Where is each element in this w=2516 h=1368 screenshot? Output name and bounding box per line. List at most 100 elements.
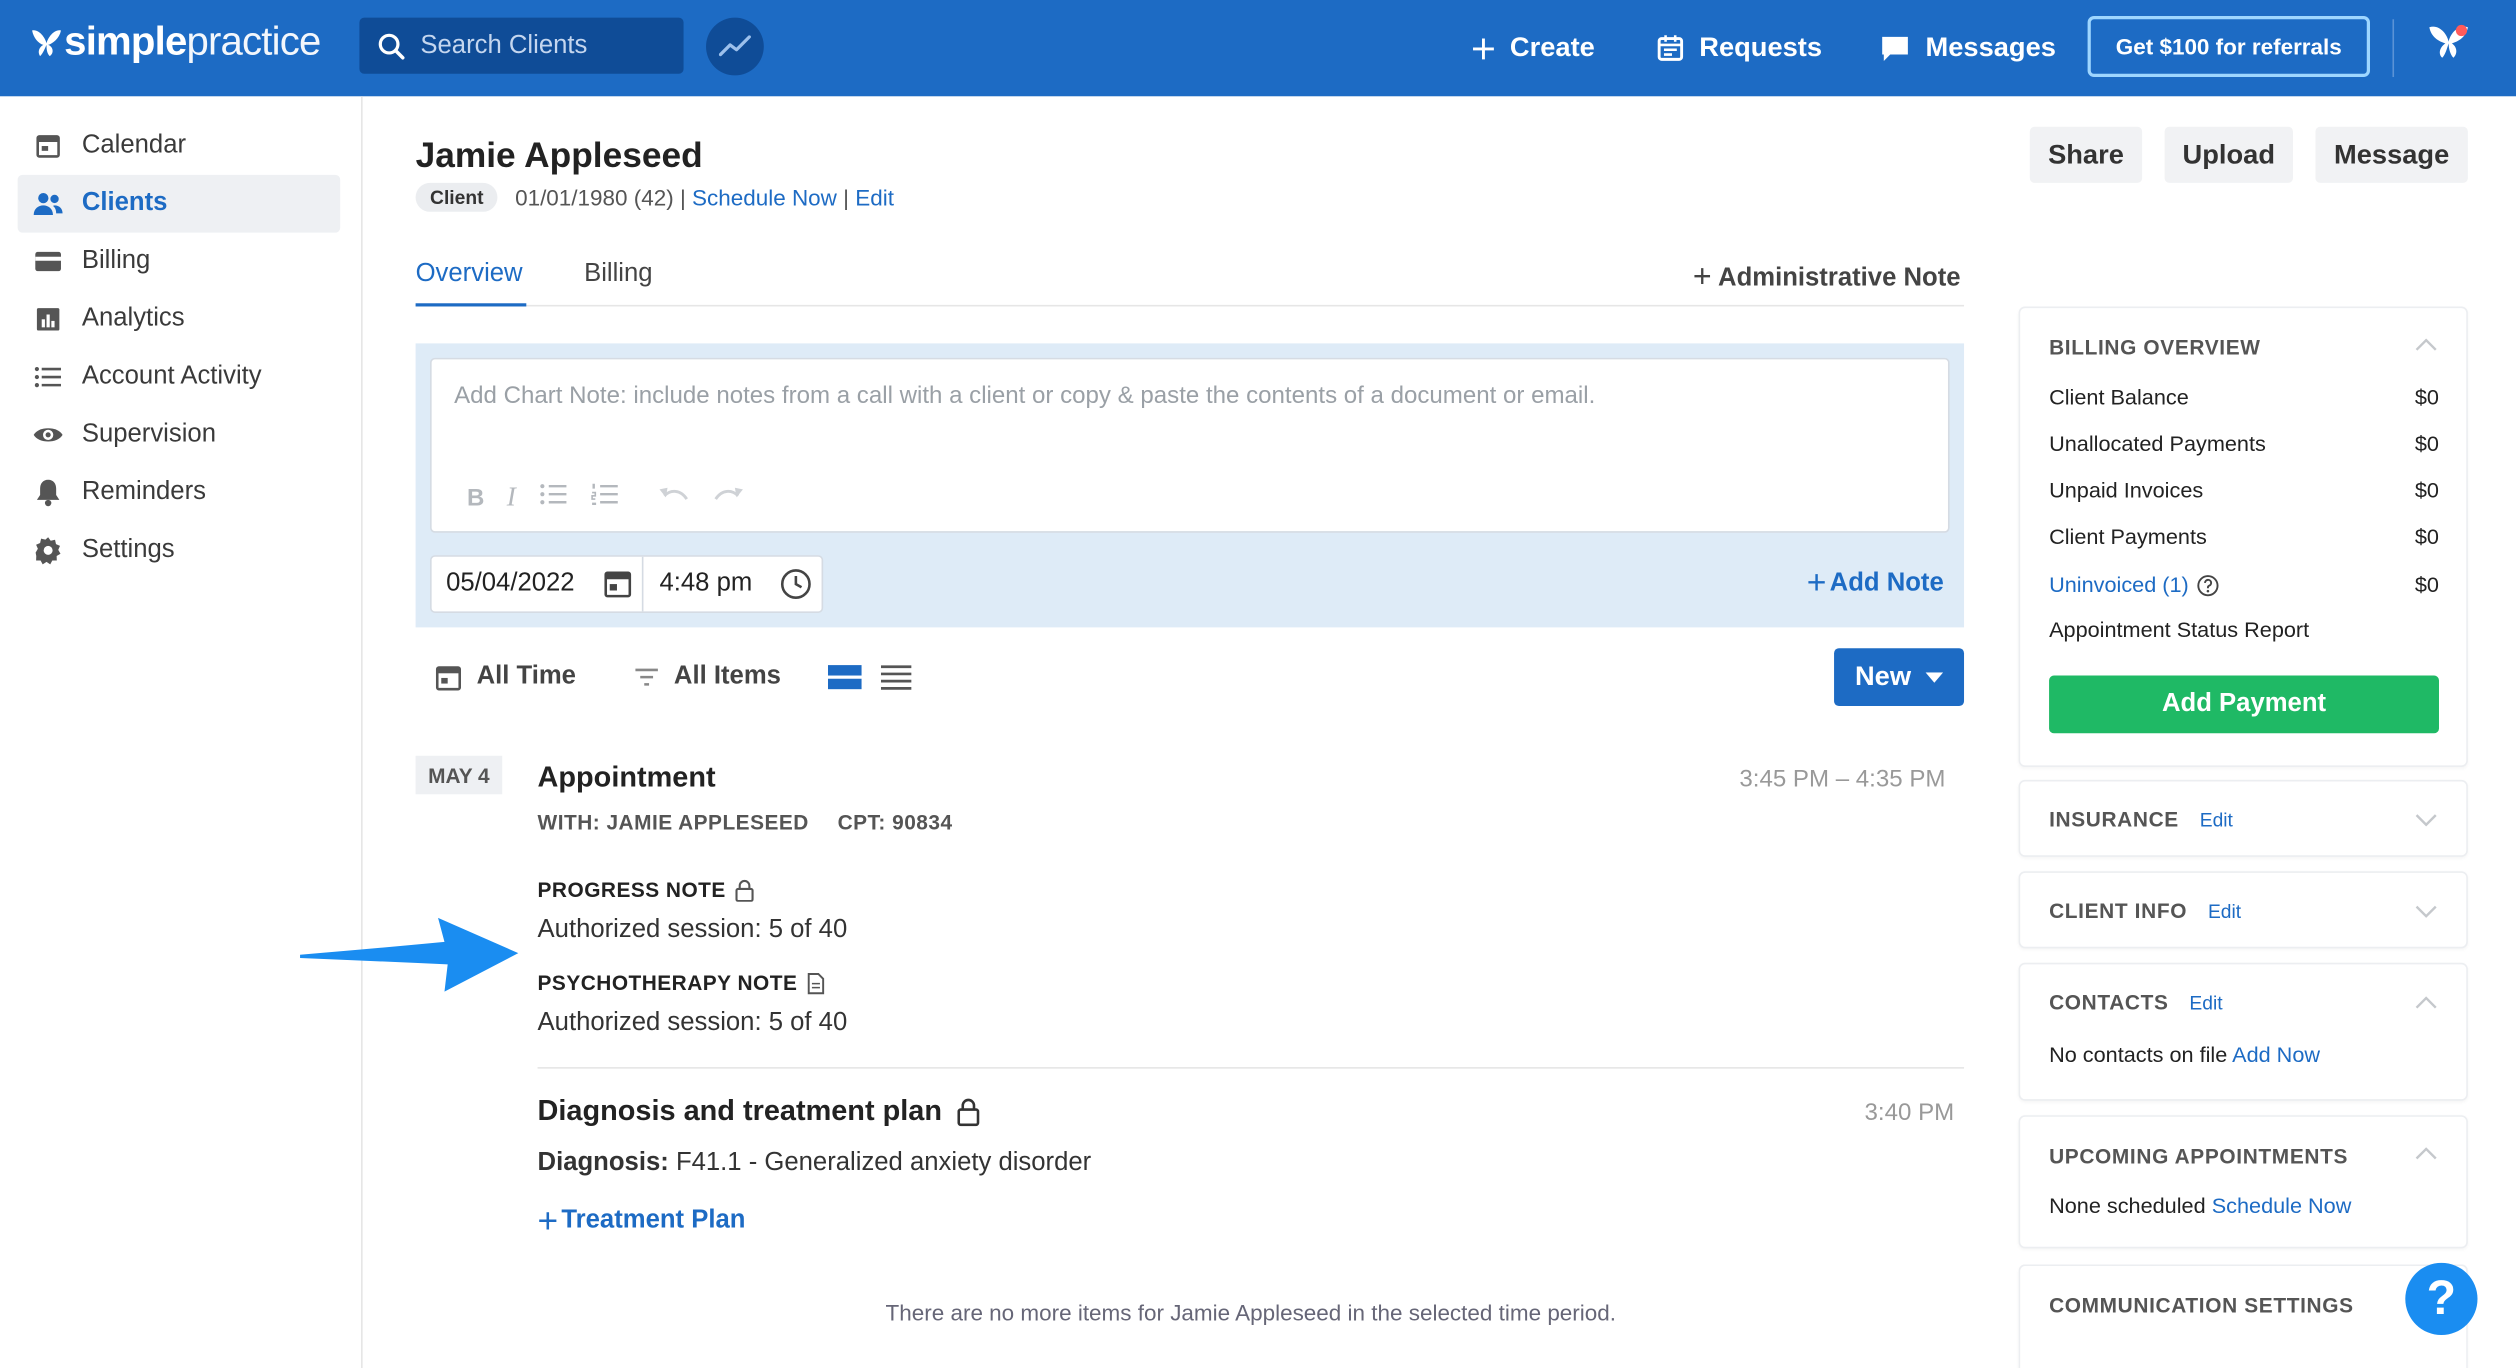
insurance-edit-link[interactable]: Edit	[2200, 808, 2233, 830]
sidebar-item-clients[interactable]: Clients	[17, 174, 341, 233]
chevron-down-icon[interactable]	[2415, 905, 2437, 918]
calendar-icon	[435, 665, 462, 690]
administrative-note-button[interactable]: + Administrative Note	[1693, 260, 1961, 297]
billing-row-value: $0	[2414, 385, 2439, 410]
appointment-with: WITH: JAMIE APPLESEED	[537, 810, 809, 835]
sidebar-item-billing[interactable]: Billing	[18, 233, 341, 291]
analytics-icon	[32, 303, 64, 335]
insurance-card[interactable]: INSURANCE Edit	[2018, 779, 2468, 857]
time-filter[interactable]: All Time	[435, 663, 576, 692]
messages-button[interactable]: Messages	[1879, 0, 2056, 96]
progress-note-heading[interactable]: PROGRESS NOTE	[538, 878, 755, 902]
referral-button[interactable]: Get $100 for referrals	[2087, 16, 2370, 78]
italic-icon[interactable]: I	[507, 481, 516, 513]
chart-note-editor[interactable]: Add Chart Note: include notes from a cal…	[430, 357, 1950, 533]
chevron-up-icon[interactable]	[2415, 996, 2437, 1009]
sidebar-item-settings[interactable]: Settings	[18, 521, 341, 579]
diagnosis-line: Diagnosis: F41.1 - Generalized anxiety d…	[538, 1149, 1092, 1178]
help-circle-icon[interactable]	[2197, 574, 2219, 596]
plus-icon: +	[1692, 259, 1712, 296]
upcoming-schedule-now-link[interactable]: Schedule Now	[2212, 1194, 2352, 1218]
client-info-title: CLIENT INFO	[2049, 898, 2188, 923]
search-placeholder: Search Clients	[420, 31, 588, 59]
numbered-list-icon[interactable]	[590, 483, 619, 512]
messages-label: Messages	[1925, 32, 2056, 63]
communication-title: COMMUNICATION SETTINGS	[2049, 1293, 2354, 1318]
nav-divider	[2392, 19, 2395, 78]
edit-client-link[interactable]: Edit	[855, 185, 894, 211]
search-input[interactable]: Search Clients	[359, 17, 684, 74]
message-button[interactable]: Message	[2315, 126, 2468, 183]
share-button[interactable]: Share	[2029, 126, 2143, 183]
contacts-text: No contacts on file	[2049, 1042, 2228, 1068]
note-time-field[interactable]: 4:48 pm	[643, 568, 821, 600]
chevron-up-icon[interactable]	[2415, 1147, 2437, 1160]
search-icon	[378, 32, 405, 59]
progress-note-label: PROGRESS NOTE	[537, 877, 726, 902]
butterfly-avatar-icon	[2429, 24, 2468, 58]
list-view-icon	[880, 665, 912, 690]
contacts-edit-link[interactable]: Edit	[2189, 991, 2222, 1013]
appointment-title[interactable]: Appointment	[538, 761, 716, 795]
undo-icon[interactable]	[657, 484, 689, 511]
redo-icon[interactable]	[712, 484, 744, 511]
list-view-toggle[interactable]	[880, 664, 912, 698]
chevron-down-icon[interactable]	[2415, 814, 2437, 827]
client-info-card[interactable]: CLIENT INFO Edit	[2018, 871, 2468, 949]
administrative-note-label: Administrative Note	[1718, 263, 1961, 292]
account-menu[interactable]	[2426, 21, 2471, 71]
help-button[interactable]: ?	[2405, 1262, 2478, 1336]
document-icon	[807, 972, 824, 994]
requests-button[interactable]: Requests	[1656, 0, 1822, 96]
tab-overview[interactable]: Overview	[416, 260, 523, 289]
add-treatment-plan-link[interactable]: + Treatment Plan	[538, 1200, 746, 1242]
diagnosis-time: 3:40 PM	[1864, 1099, 1955, 1127]
tab-billing[interactable]: Billing	[584, 260, 652, 289]
add-note-label: Add Note	[1829, 569, 1944, 597]
add-contact-link[interactable]: Add Now	[2232, 1043, 2320, 1067]
editor-toolbar: B I	[467, 481, 766, 513]
sidebar-item-account-activity[interactable]: Account Activity	[18, 348, 341, 406]
uninvoiced-link[interactable]: Uninvoiced (1)	[2049, 573, 2219, 597]
upcoming-title: UPCOMING APPOINTMENTS	[2049, 1144, 2349, 1169]
plus-icon: +	[537, 1200, 559, 1241]
sidebar-item-reminders[interactable]: Reminders	[18, 464, 341, 522]
billing-row-unpaid: Unpaid Invoices $0	[2049, 478, 2439, 502]
date-badge: MAY 4	[415, 755, 503, 795]
trend-line-icon	[718, 35, 751, 57]
bold-icon[interactable]: B	[467, 484, 484, 511]
billing-row-label: Client Balance	[2049, 385, 2189, 410]
top-nav-bar: simple practice Search Clients Create Req…	[0, 0, 2516, 97]
client-name: Jamie Appleseed	[415, 134, 703, 175]
contacts-header: CONTACTS Edit	[2049, 990, 2223, 1014]
sidebar-item-label: Supervision	[81, 420, 216, 448]
psychotherapy-note-heading[interactable]: PSYCHOTHERAPY NOTE	[538, 971, 825, 995]
annotation-arrow-icon	[300, 917, 519, 992]
bullet-list-icon[interactable]	[538, 483, 567, 512]
upload-button[interactable]: Upload	[2164, 126, 2293, 183]
brand-logo[interactable]: simple practice	[29, 19, 321, 66]
appointment-status-report-link[interactable]: Appointment Status Report	[2049, 618, 2309, 642]
billing-icon	[32, 246, 64, 278]
client-dob: 01/01/1980 (42) |	[515, 184, 686, 211]
items-filter[interactable]: All Items	[634, 663, 781, 692]
new-item-button[interactable]: New	[1834, 648, 1965, 707]
chevron-up-icon[interactable]	[2415, 338, 2437, 352]
note-date-field[interactable]: 05/04/2022	[432, 556, 644, 612]
sidebar-item-supervision[interactable]: Supervision	[18, 406, 341, 464]
client-info-header: CLIENT INFO Edit	[2049, 899, 2241, 923]
add-note-button[interactable]: + Add Note	[1807, 565, 1944, 604]
diagnosis-title[interactable]: Diagnosis and treatment plan	[538, 1094, 981, 1128]
sidebar-item-analytics[interactable]: Analytics	[18, 290, 341, 348]
communication-settings-card[interactable]: COMMUNICATION SETTINGS	[2018, 1264, 2468, 1368]
card-view-toggle[interactable]	[827, 664, 862, 698]
client-info-edit-link[interactable]: Edit	[2208, 899, 2241, 921]
sidebar-item-label: Settings	[81, 535, 175, 564]
insights-button[interactable]	[706, 17, 764, 76]
create-button[interactable]: Create	[1471, 0, 1595, 96]
add-payment-button[interactable]: Add Payment	[2049, 675, 2439, 734]
sidebar-item-calendar[interactable]: Calendar	[18, 117, 341, 175]
note-datetime: 05/04/2022 4:48 pm	[430, 555, 824, 613]
sidebar-item-label: Reminders	[81, 478, 206, 506]
schedule-now-link[interactable]: Schedule Now	[692, 185, 837, 211]
